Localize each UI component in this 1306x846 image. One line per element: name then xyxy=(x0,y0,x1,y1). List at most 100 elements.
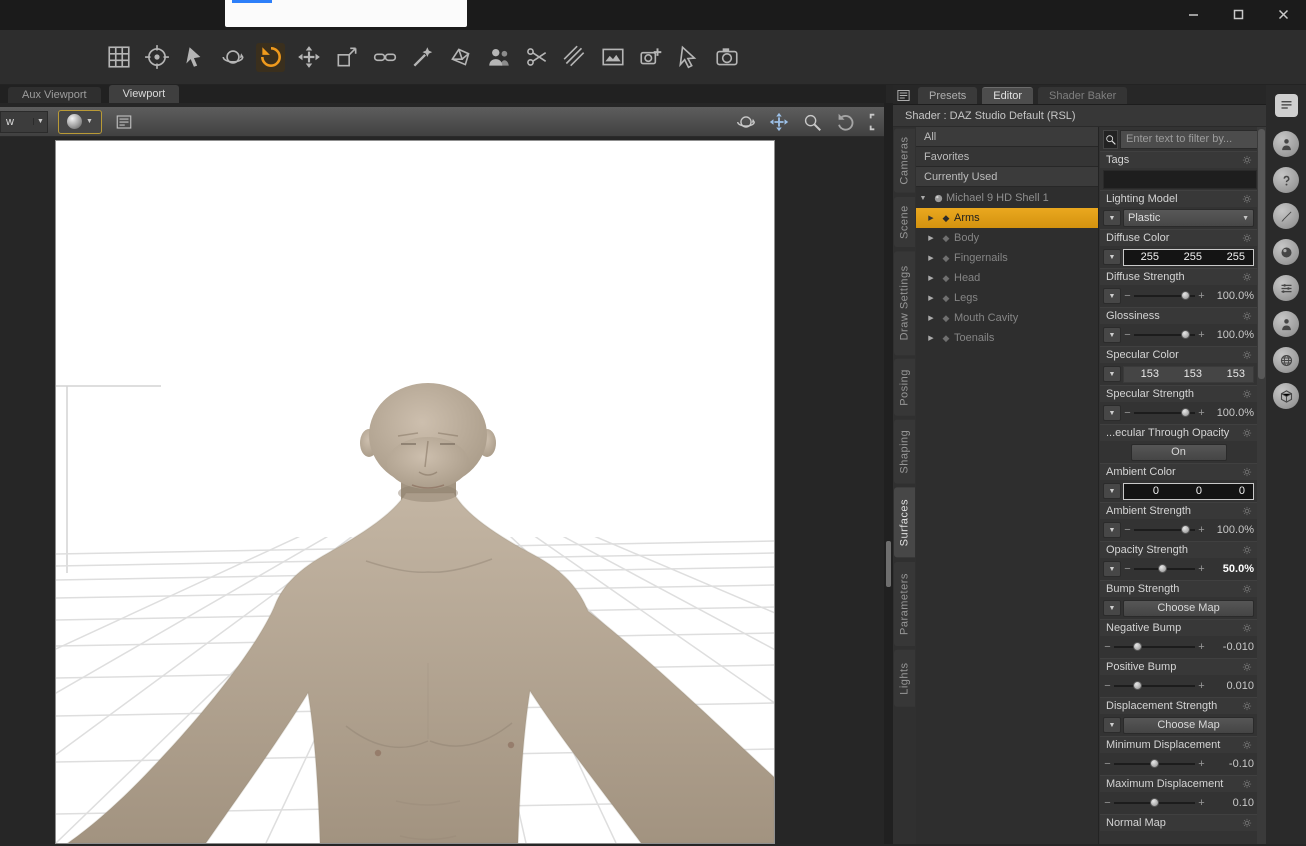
gear-icon[interactable] xyxy=(1241,623,1253,633)
viewport-panel-splitter[interactable] xyxy=(884,103,893,844)
list-item-currently-used[interactable]: Currently Used xyxy=(916,167,1098,187)
gear-icon[interactable] xyxy=(1241,779,1253,789)
tree-item-mouth-cavity[interactable]: ▶ ◆ Mouth Cavity xyxy=(916,308,1098,328)
tree-item-arms[interactable]: ▶ ◆ Arms xyxy=(916,208,1098,228)
side-tab-cameras[interactable]: Cameras xyxy=(894,129,915,193)
slider-knob-icon[interactable] xyxy=(1157,564,1167,573)
parameter-options-button[interactable]: ▼ xyxy=(1103,405,1121,421)
tab-presets[interactable]: Presets xyxy=(918,87,978,104)
translate-tool[interactable] xyxy=(294,43,323,72)
list-item-all[interactable]: All xyxy=(916,127,1098,147)
gear-icon[interactable] xyxy=(1241,662,1253,672)
parameter-options-button[interactable]: ▼ xyxy=(1103,717,1121,733)
render-tool[interactable] xyxy=(712,43,741,72)
slider[interactable] xyxy=(1134,523,1195,537)
help-pane-icon[interactable] xyxy=(1273,167,1299,193)
node-selection-tool[interactable] xyxy=(180,43,209,72)
decrement-button[interactable]: − xyxy=(1123,524,1132,536)
rotate-tool[interactable] xyxy=(256,42,285,72)
camera-view-select[interactable]: w ▼ xyxy=(0,110,48,133)
frame-view-icon[interactable] xyxy=(866,110,878,134)
parameter-options-button[interactable]: ▼ xyxy=(1103,288,1121,304)
parameter-options-button[interactable]: ▼ xyxy=(1103,522,1121,538)
slider[interactable] xyxy=(1134,289,1195,303)
decrement-button[interactable]: − xyxy=(1123,407,1132,419)
scale-tool[interactable] xyxy=(332,43,361,72)
gear-icon[interactable] xyxy=(1241,233,1253,243)
slider-knob-icon[interactable] xyxy=(1149,798,1159,807)
decrement-button[interactable]: − xyxy=(1103,641,1112,653)
parameter-options-button[interactable]: ▼ xyxy=(1103,210,1121,226)
slider-knob-icon[interactable] xyxy=(1180,408,1190,417)
restore-button[interactable] xyxy=(1216,0,1261,28)
slider[interactable] xyxy=(1134,406,1195,420)
tab-viewport[interactable]: Viewport xyxy=(108,85,180,103)
decrement-button[interactable]: − xyxy=(1103,758,1112,770)
expand-icon[interactable]: ▶ xyxy=(924,314,938,322)
slider-knob-icon[interactable] xyxy=(1133,642,1143,651)
undo-view-icon[interactable] xyxy=(833,110,857,134)
gear-icon[interactable] xyxy=(1241,389,1253,399)
close-button[interactable] xyxy=(1261,0,1306,28)
aux-pointer-tool[interactable] xyxy=(674,43,703,72)
expand-icon[interactable]: ▼ xyxy=(916,195,930,202)
side-tab-scene[interactable]: Scene xyxy=(894,196,915,247)
gear-icon[interactable] xyxy=(1241,545,1253,555)
slider[interactable] xyxy=(1114,796,1195,810)
tab-editor[interactable]: Editor xyxy=(982,87,1034,104)
side-tab-surfaces[interactable]: Surfaces xyxy=(894,487,915,558)
drawstyle-button[interactable]: ▼ xyxy=(58,109,102,134)
gear-icon[interactable] xyxy=(1241,155,1253,165)
gear-icon[interactable] xyxy=(1241,818,1253,828)
tab-shader-baker[interactable]: Shader Baker xyxy=(1038,87,1128,104)
minimize-button[interactable] xyxy=(1171,0,1216,28)
slider-knob-icon[interactable] xyxy=(1133,681,1143,690)
diffuse-color-value-field[interactable]: 255 255 255 xyxy=(1123,248,1254,266)
increment-button[interactable]: + xyxy=(1197,563,1206,575)
smart-content-pane-icon[interactable] xyxy=(1273,131,1299,157)
tree-item-head[interactable]: ▶ ◆ Head xyxy=(916,268,1098,288)
pan-camera-icon[interactable] xyxy=(767,110,791,134)
scrollbar-thumb[interactable] xyxy=(1258,129,1265,379)
surface-selection-tool[interactable] xyxy=(408,43,437,72)
orbit-select-tool[interactable] xyxy=(218,43,247,72)
pane-list-icon[interactable] xyxy=(1274,94,1298,117)
shader-mixer-pane-icon[interactable] xyxy=(1273,203,1299,229)
ambient-color-value-field[interactable]: 0 0 0 xyxy=(1123,482,1254,500)
gear-icon[interactable] xyxy=(1241,350,1253,360)
pane-options-icon[interactable] xyxy=(893,86,913,104)
side-tab-shaping[interactable]: Shaping xyxy=(894,419,915,484)
node-weight-brush-tool[interactable] xyxy=(522,43,551,72)
environment-pane-icon[interactable] xyxy=(1273,347,1299,373)
parameter-options-button[interactable]: ▼ xyxy=(1103,249,1121,265)
decrement-button[interactable]: − xyxy=(1103,797,1112,809)
increment-button[interactable]: + xyxy=(1197,758,1206,770)
search-icon[interactable] xyxy=(1103,129,1118,149)
increment-button[interactable]: + xyxy=(1197,641,1206,653)
decrement-button[interactable]: − xyxy=(1123,329,1132,341)
gear-icon[interactable] xyxy=(1241,194,1253,204)
viewport-options-icon[interactable] xyxy=(112,110,136,134)
geometry-editor-tool[interactable] xyxy=(446,43,475,72)
displacement-strength-choose-map-button[interactable]: Choose Map xyxy=(1123,716,1254,734)
viewport-canvas[interactable] xyxy=(55,140,775,844)
parameter-options-button[interactable]: ▼ xyxy=(1103,327,1121,343)
specular-color-value-field[interactable]: 153 153 153 xyxy=(1123,365,1254,383)
tab-aux-viewport[interactable]: Aux Viewport xyxy=(8,87,101,103)
zoom-camera-icon[interactable] xyxy=(800,110,824,134)
gear-icon[interactable] xyxy=(1241,272,1253,282)
side-tab-parameters[interactable]: Parameters xyxy=(894,561,915,646)
figure-setup-tool[interactable] xyxy=(484,43,513,72)
tree-root[interactable]: ▼ Michael 9 HD Shell 1 xyxy=(916,188,1098,208)
slider-knob-icon[interactable] xyxy=(1180,525,1190,534)
orbit-camera-icon[interactable] xyxy=(734,110,758,134)
slider[interactable] xyxy=(1114,757,1195,771)
increment-button[interactable]: + xyxy=(1197,329,1206,341)
parameter-options-button[interactable]: ▼ xyxy=(1103,366,1121,382)
expand-icon[interactable]: ▶ xyxy=(924,294,938,302)
parameter-options-button[interactable]: ▼ xyxy=(1103,561,1121,577)
gear-icon[interactable] xyxy=(1241,584,1253,594)
surfaces-pane-icon[interactable] xyxy=(1273,239,1299,265)
slider-knob-icon[interactable] xyxy=(1180,291,1190,300)
increment-button[interactable]: + xyxy=(1197,290,1206,302)
